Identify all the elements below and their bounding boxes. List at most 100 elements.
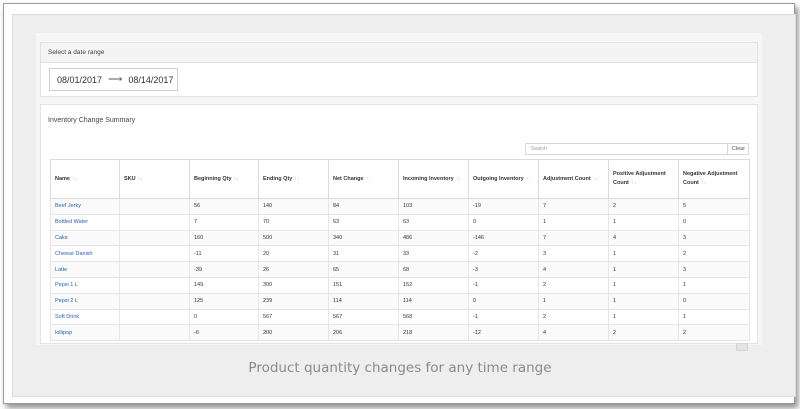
table-cell: 340 bbox=[328, 229, 399, 247]
table-cell bbox=[119, 198, 190, 215]
table-row: Pepsi 2 L 125 239 114 114 0 1 1 0 bbox=[50, 292, 750, 310]
column-header[interactable]: Name ↑↓ bbox=[50, 159, 120, 199]
table-cell: 151 bbox=[328, 276, 399, 294]
table-cell: 4 bbox=[538, 324, 609, 342]
table-cell: 26 bbox=[258, 261, 329, 278]
date-range-picker[interactable]: 08/01/2017 ⟶ 08/14/2017 bbox=[49, 68, 178, 91]
column-header[interactable]: Outgoing Inventory ↑↓ bbox=[468, 159, 539, 199]
column-header-label: Ending Qty bbox=[263, 175, 293, 182]
table-cell: 140 bbox=[258, 198, 329, 215]
table-cell bbox=[119, 261, 190, 278]
product-name-link[interactable]: Beef Jerky bbox=[50, 198, 120, 215]
table-cell: 149 bbox=[189, 276, 259, 294]
column-header[interactable]: Adjustment Count ↑↓ bbox=[538, 159, 609, 199]
table-header-row: Name ↑↓ SKU ↑↓ Beginning Qty ↑↓ Ending Qty ↑↓ Ne… bbox=[50, 159, 750, 199]
caption: Product quantity changes for any time ra… bbox=[248, 360, 552, 376]
column-header-label: Name bbox=[55, 175, 70, 182]
end-date[interactable]: 08/14/2017 bbox=[128, 75, 173, 85]
table-cell: 1 bbox=[678, 276, 750, 294]
column-header[interactable]: Beginning Qty ↑↓ bbox=[189, 159, 259, 199]
sort-icon[interactable]: ↑↓ bbox=[526, 176, 532, 182]
table-cell: 239 bbox=[258, 292, 329, 310]
column-header-label: Adjustment Count bbox=[543, 175, 591, 182]
table-cell: 56 bbox=[189, 198, 259, 215]
table-cell: 63 bbox=[328, 213, 399, 231]
table-cell: 0 bbox=[468, 213, 539, 231]
column-header[interactable]: Negative Adjustment Count ↑↓ bbox=[678, 159, 750, 199]
table-cell: 3 bbox=[678, 229, 750, 247]
table-cell: 0 bbox=[678, 213, 750, 231]
table-cell: -19 bbox=[468, 198, 539, 215]
table-row: Latte -39 26 65 68 -3 4 1 3 bbox=[50, 261, 750, 278]
column-header[interactable]: Incoming Inventory ↑↓ bbox=[398, 159, 469, 199]
table-cell: 486 bbox=[398, 229, 469, 247]
table-cell: 5 bbox=[678, 198, 750, 215]
table-row: Beef Jerky 56 140 84 103 -19 7 2 5 bbox=[50, 198, 750, 215]
table-row: lollipop -6 200 206 218 -12 4 2 2 bbox=[50, 324, 750, 342]
product-name-link[interactable]: Latte bbox=[50, 261, 120, 278]
table-cell: 114 bbox=[398, 292, 469, 310]
sort-icon[interactable]: ↑↓ bbox=[456, 176, 462, 182]
column-header-label: SKU bbox=[124, 175, 136, 182]
table-cell: 65 bbox=[328, 261, 399, 278]
column-header[interactable]: Positive Adjustment Count ↑↓ bbox=[608, 159, 679, 199]
clear-button[interactable]: Clear bbox=[727, 143, 749, 155]
sort-icon[interactable]: ↑↓ bbox=[72, 176, 78, 182]
table-cell: 567 bbox=[328, 308, 399, 326]
date-range-panel: Select a date range 08/01/2017 ⟶ 08/14/2… bbox=[40, 42, 758, 97]
pagination-control[interactable] bbox=[736, 343, 748, 351]
sort-icon[interactable]: ↑↓ bbox=[593, 176, 599, 182]
search-placeholder: Search bbox=[531, 146, 547, 152]
table-cell: 3 bbox=[538, 245, 609, 263]
table-cell: 1 bbox=[608, 276, 679, 294]
product-name-link[interactable]: Cake bbox=[50, 229, 120, 247]
table-cell: -1 bbox=[468, 276, 539, 294]
sort-icon[interactable]: ↑↓ bbox=[138, 176, 144, 182]
search-input[interactable]: Search bbox=[525, 143, 749, 155]
table-cell: 1 bbox=[608, 292, 679, 310]
table-cell: 0 bbox=[678, 292, 750, 310]
column-header[interactable]: SKU ↑↓ bbox=[119, 159, 190, 199]
column-header[interactable]: Ending Qty ↑↓ bbox=[258, 159, 329, 199]
product-name-link[interactable]: Pepsi 1 L bbox=[50, 276, 120, 294]
start-date[interactable]: 08/01/2017 bbox=[57, 75, 102, 85]
table-cell: 7 bbox=[538, 198, 609, 215]
table-cell: 68 bbox=[398, 261, 469, 278]
sort-icon[interactable]: ↑↓ bbox=[631, 180, 637, 186]
table-cell: 300 bbox=[258, 276, 329, 294]
table-cell: 4 bbox=[608, 229, 679, 247]
table-body: Beef Jerky 56 140 84 103 -19 7 2 5 Bottled Water 7… bbox=[50, 198, 750, 342]
column-header-label: Positive Adjustment Count bbox=[613, 171, 666, 186]
table-row: Cheese Danish -11 20 31 33 -2 3 1 2 bbox=[50, 245, 750, 263]
table-cell: 2 bbox=[608, 198, 679, 215]
table-cell: 2 bbox=[608, 324, 679, 342]
table-cell: 84 bbox=[328, 198, 399, 215]
table-cell: 218 bbox=[398, 324, 469, 342]
table-row: Bottled Water 7 70 63 63 0 1 1 0 bbox=[50, 213, 750, 231]
sort-icon[interactable]: ↑↓ bbox=[366, 176, 372, 182]
product-name-link[interactable]: Bottled Water bbox=[50, 213, 120, 231]
table-cell: 1 bbox=[608, 261, 679, 278]
table-cell: 2 bbox=[538, 276, 609, 294]
table-cell: -39 bbox=[189, 261, 259, 278]
table-cell: 1 bbox=[538, 292, 609, 310]
sort-icon[interactable]: ↑↓ bbox=[234, 176, 240, 182]
product-name-link[interactable]: Pepsi 2 L bbox=[50, 292, 120, 310]
inventory-summary-panel: Inventory Change Summary Search Clear Na… bbox=[40, 104, 758, 344]
table-cell bbox=[119, 292, 190, 310]
table-cell: -11 bbox=[189, 245, 259, 263]
sort-icon[interactable]: ↑↓ bbox=[294, 176, 300, 182]
table-cell: 1 bbox=[608, 213, 679, 231]
table-cell: -12 bbox=[468, 324, 539, 342]
product-name-link[interactable]: Cheese Danish bbox=[50, 245, 120, 263]
product-name-link[interactable]: lollipop bbox=[50, 324, 120, 342]
sort-icon[interactable]: ↑↓ bbox=[701, 180, 707, 186]
table-cell: 2 bbox=[678, 324, 750, 342]
product-name-link[interactable]: Soft Drink bbox=[50, 308, 120, 326]
table-cell: -2 bbox=[468, 245, 539, 263]
column-header[interactable]: Net Change ↑↓ bbox=[328, 159, 399, 199]
table-cell: -6 bbox=[189, 324, 259, 342]
column-header-label: Negative Adjustment Count bbox=[683, 171, 738, 186]
table-cell: 0 bbox=[468, 292, 539, 310]
table-cell bbox=[119, 308, 190, 326]
